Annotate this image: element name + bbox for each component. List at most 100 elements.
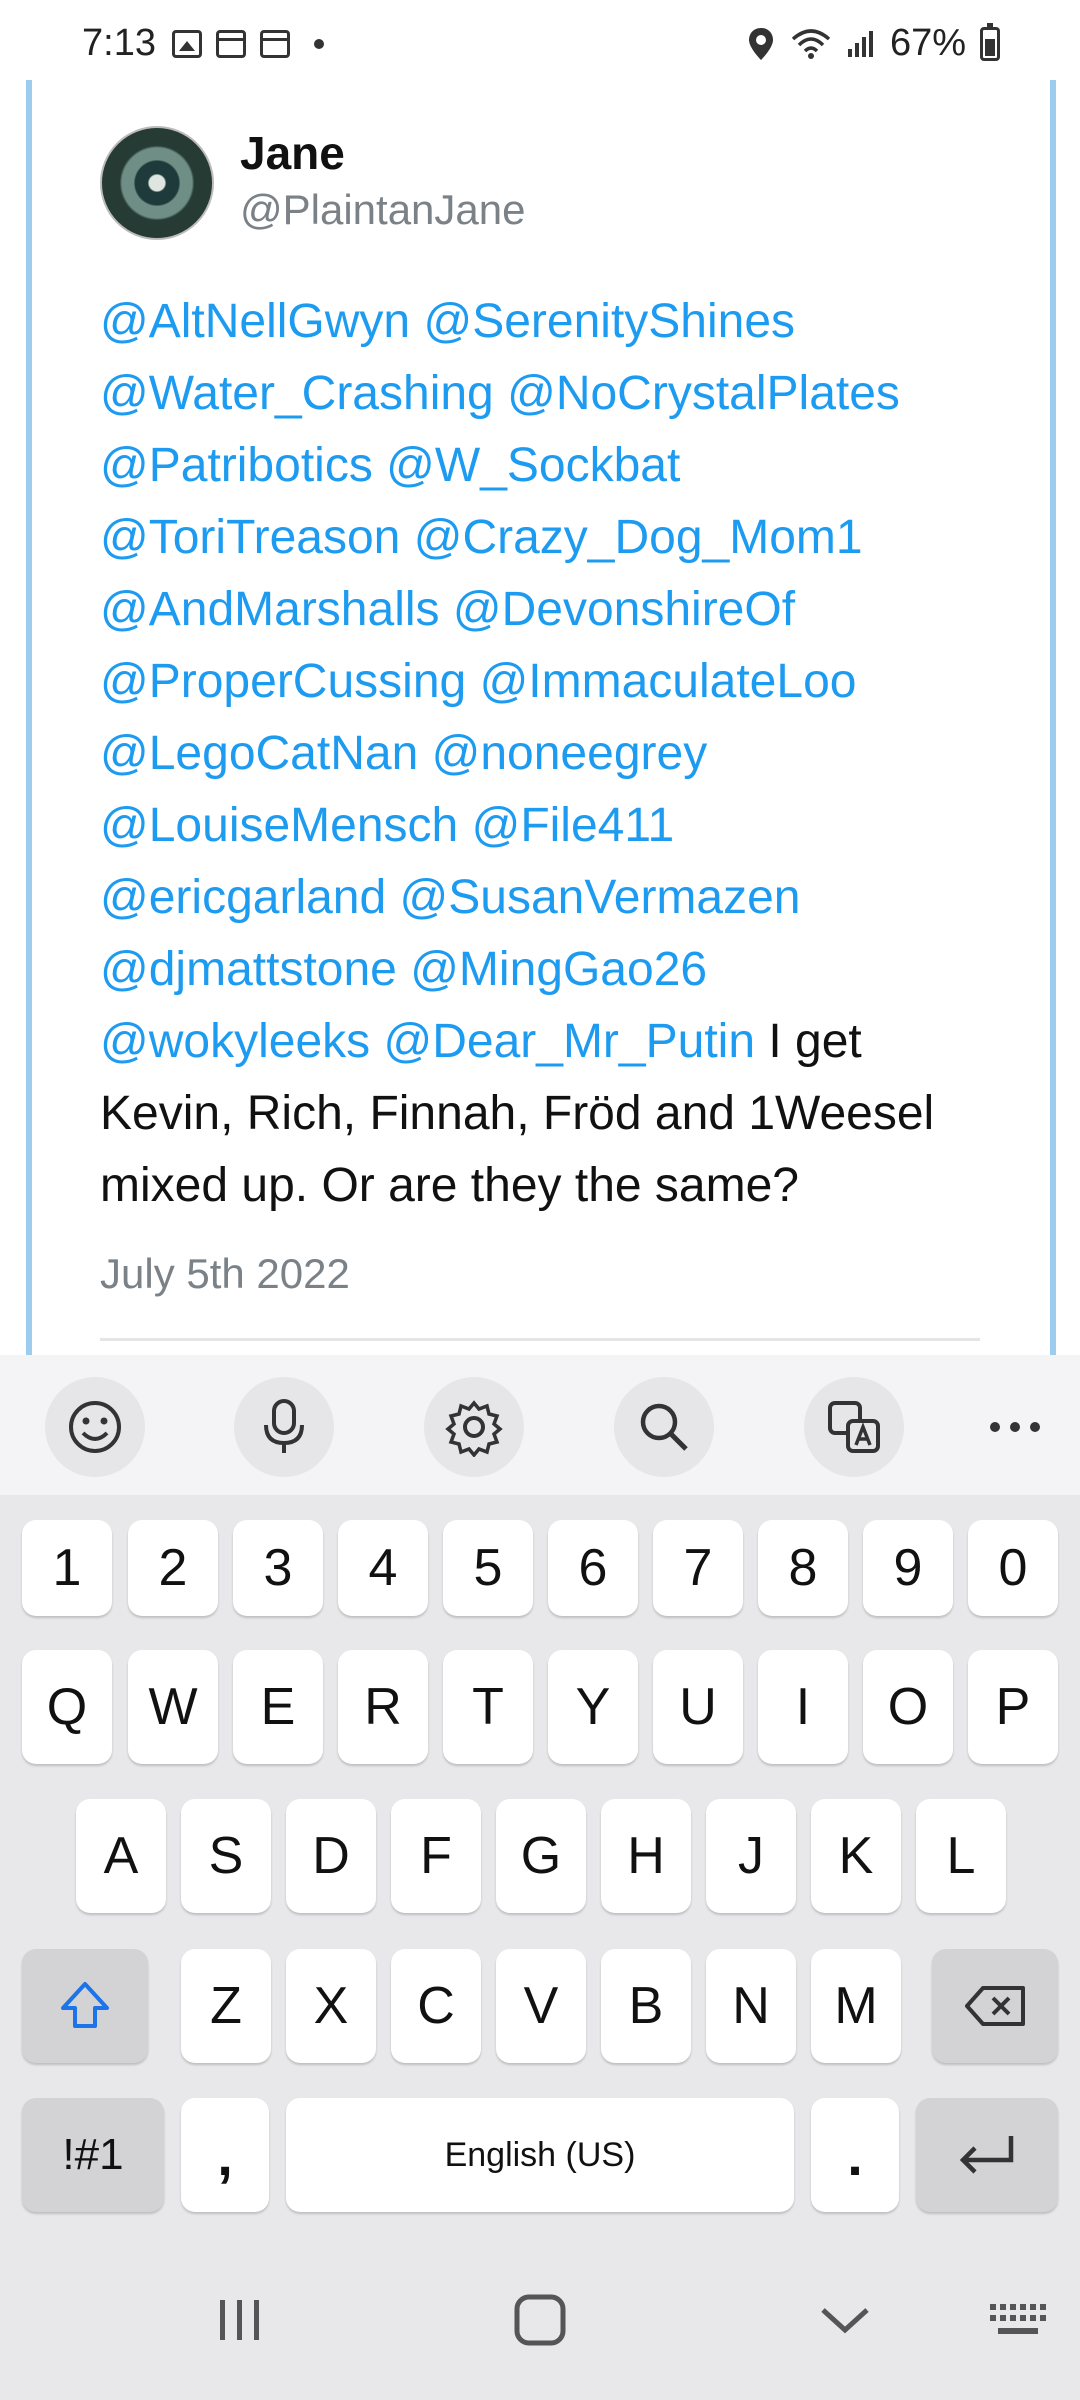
key-3[interactable]: 3 <box>233 1520 323 1616</box>
key-t[interactable]: T <box>443 1650 533 1764</box>
mention-link[interactable]: @djmattstone <box>100 943 397 996</box>
navigation-bar <box>0 2240 1080 2400</box>
key-6[interactable]: 6 <box>548 1520 638 1616</box>
backspace-icon <box>965 1986 1025 2026</box>
tweet-text-part: Kevin, Rich, Finnah, Fröd and 1Weesel <box>100 1087 935 1140</box>
key-d[interactable]: D <box>286 1799 376 1913</box>
mention-link[interactable]: @noneegrey <box>432 727 708 780</box>
key-a[interactable]: A <box>76 1799 166 1913</box>
key-5[interactable]: 5 <box>443 1520 533 1616</box>
key-b[interactable]: B <box>601 1949 691 2063</box>
mention-link[interactable]: @AltNellGwyn <box>100 295 410 348</box>
key-l[interactable]: L <box>916 1799 1006 1913</box>
search-icon[interactable] <box>614 1377 714 1477</box>
location-icon <box>748 27 773 60</box>
battery-icon <box>980 22 1000 61</box>
keyboard-toolbar <box>0 1355 1080 1495</box>
key-o[interactable]: O <box>863 1650 953 1764</box>
hide-keyboard-icon[interactable] <box>795 2280 895 2360</box>
key-9[interactable]: 9 <box>863 1520 953 1616</box>
key-v[interactable]: V <box>496 1949 586 2063</box>
wifi-icon <box>791 28 831 59</box>
more-notifications-dot-icon <box>314 39 324 49</box>
enter-key[interactable] <box>916 2098 1058 2212</box>
key-c[interactable]: C <box>391 1949 481 2063</box>
home-icon[interactable] <box>490 2280 590 2360</box>
mention-link[interactable]: @ericgarland <box>100 871 386 924</box>
shift-key[interactable] <box>22 1949 148 2063</box>
mention-link[interactable]: @MingGao26 <box>410 943 707 996</box>
shift-arrow-icon <box>61 1982 109 2028</box>
mention-link[interactable]: @SusanVermazen <box>400 871 801 924</box>
mention-link[interactable]: @Crazy_Dog_Mom1 <box>414 511 863 564</box>
key-e[interactable]: E <box>233 1650 323 1764</box>
system-status-icons: 67% <box>746 22 1000 65</box>
microphone-icon[interactable] <box>234 1377 334 1477</box>
translate-icon[interactable] <box>804 1377 904 1477</box>
key-k[interactable]: K <box>811 1799 901 1913</box>
key-u[interactable]: U <box>653 1650 743 1764</box>
key-w[interactable]: W <box>128 1650 218 1764</box>
mention-link[interactable]: @ToriTreason <box>100 511 400 564</box>
keyboard-switch-icon[interactable] <box>968 2280 1068 2360</box>
comma-key[interactable]: , <box>181 2098 269 2212</box>
key-2[interactable]: 2 <box>128 1520 218 1616</box>
key-4[interactable]: 4 <box>338 1520 428 1616</box>
author-name[interactable]: Jane <box>240 126 345 180</box>
settings-gear-icon[interactable] <box>424 1377 524 1477</box>
battery-percentage: 67% <box>889 22 966 64</box>
calendar-icon-2 <box>260 30 290 58</box>
calendar-icon <box>216 30 246 58</box>
recent-apps-icon[interactable] <box>190 2280 290 2360</box>
key-p[interactable]: P <box>968 1650 1058 1764</box>
signal-icon <box>847 30 873 57</box>
mention-link[interactable]: @W_Sockbat <box>386 439 680 492</box>
key-y[interactable]: Y <box>548 1650 638 1764</box>
period-key[interactable]: . <box>811 2098 899 2212</box>
divider <box>100 1338 980 1341</box>
backspace-key[interactable] <box>932 1949 1058 2063</box>
key-s[interactable]: S <box>181 1799 271 1913</box>
mention-link[interactable]: @AndMarshalls <box>100 583 440 636</box>
tweet-text-part: mixed up. Or are they the same? <box>100 1159 799 1212</box>
key-q[interactable]: Q <box>22 1650 112 1764</box>
mention-link[interactable]: @Patribotics <box>100 439 373 492</box>
avatar[interactable] <box>100 126 214 240</box>
status-bar: 7:13 67% <box>0 0 1080 80</box>
notification-icons <box>172 30 324 58</box>
tweet-text: @AltNellGwyn @SerenityShines @Water_Cras… <box>100 286 1000 1222</box>
mention-link[interactable]: @wokyleeks <box>100 1015 370 1068</box>
mention-link[interactable]: @ImmaculateLoo <box>480 655 857 708</box>
key-z[interactable]: Z <box>181 1949 271 2063</box>
gallery-icon <box>172 30 202 58</box>
key-r[interactable]: R <box>338 1650 428 1764</box>
more-options-icon[interactable] <box>965 1377 1065 1477</box>
space-bar[interactable]: English (US) <box>286 2098 794 2212</box>
status-time: 7:13 <box>82 22 156 64</box>
key-h[interactable]: H <box>601 1799 691 1913</box>
key-1[interactable]: 1 <box>22 1520 112 1616</box>
mention-link[interactable]: @Dear_Mr_Putin <box>383 1015 755 1068</box>
key-j[interactable]: J <box>706 1799 796 1913</box>
key-i[interactable]: I <box>758 1650 848 1764</box>
key-7[interactable]: 7 <box>653 1520 743 1616</box>
key-n[interactable]: N <box>706 1949 796 2063</box>
mention-link[interactable]: @SerenityShines <box>423 295 795 348</box>
mention-link[interactable]: @LegoCatNan <box>100 727 418 780</box>
mention-link[interactable]: @DevonshireOf <box>453 583 795 636</box>
mention-link[interactable]: @LouiseMensch <box>100 799 458 852</box>
mention-link[interactable]: @NoCrystalPlates <box>507 367 900 420</box>
mention-link[interactable]: @Water_Crashing <box>100 367 494 420</box>
author-handle[interactable]: @PlaintanJane <box>240 186 526 234</box>
key-0[interactable]: 0 <box>968 1520 1058 1616</box>
key-m[interactable]: M <box>811 1949 901 2063</box>
key-x[interactable]: X <box>286 1949 376 2063</box>
emoji-icon[interactable] <box>45 1377 145 1477</box>
key-f[interactable]: F <box>391 1799 481 1913</box>
key-8[interactable]: 8 <box>758 1520 848 1616</box>
mention-link[interactable]: @ProperCussing <box>100 655 466 708</box>
symbols-key[interactable]: !#1 <box>22 2098 164 2212</box>
tweet-text-part: I get <box>768 1015 862 1068</box>
mention-link[interactable]: @File411 <box>472 799 675 852</box>
key-g[interactable]: G <box>496 1799 586 1913</box>
